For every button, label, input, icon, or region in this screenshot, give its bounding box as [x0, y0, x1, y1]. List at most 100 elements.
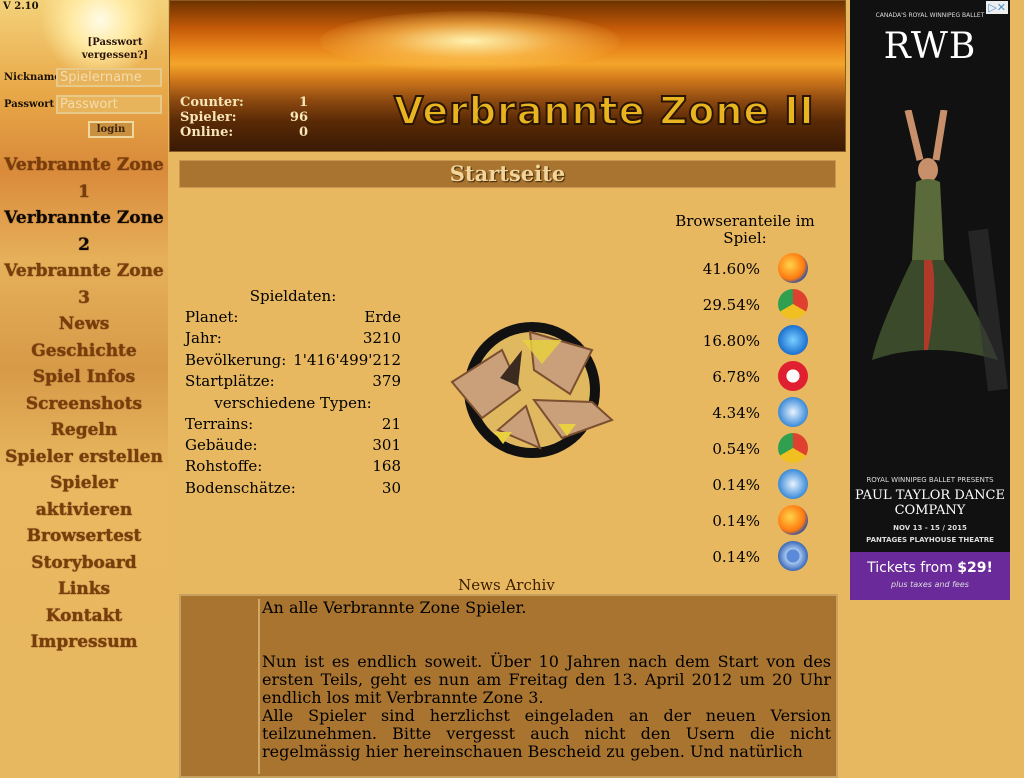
game-data-label: Bevölkerung:	[185, 350, 287, 369]
nav-item[interactable]: Screenshots	[0, 391, 168, 418]
firefox-icon	[778, 505, 808, 535]
nav-item[interactable]: Kontakt	[0, 603, 168, 630]
news-paragraph: Alle Spieler sind herzlichst eingeladen …	[262, 706, 831, 761]
site-title: Verbrannte Zone II	[393, 88, 815, 134]
nav-item[interactable]: Spiel Infos	[0, 364, 168, 391]
sidebar: V 2.10 [Passwort vergessen?] Nickname Pa…	[0, 0, 168, 768]
game-data-value: 3210	[362, 329, 401, 348]
stat-label: Counter:	[180, 95, 244, 110]
browser-share-percent: 0.14%	[712, 476, 760, 494]
news-paragraph: Nun ist es endlich soweit. Über 10 Jahre…	[262, 652, 831, 707]
password-label: Passwort	[4, 99, 55, 110]
ad-banner[interactable]: ▷✕ CANADA'S ROYAL WINNIPEG BALLET RWB RO…	[850, 0, 1010, 600]
browser-share-row: 16.80%	[668, 325, 818, 357]
browser-share-heading: Browseranteile im Spiel:	[675, 212, 815, 247]
nav-item[interactable]: Impressum	[0, 629, 168, 656]
game-logo-icon	[450, 322, 614, 458]
browser-share-row: 0.14%	[668, 469, 818, 501]
news-paragraph: An alle Verbrannte Zone Spieler.	[262, 598, 527, 617]
browser-share-percent: 41.60%	[702, 260, 760, 278]
login-button[interactable]: login	[88, 121, 134, 138]
news-date-column	[184, 599, 260, 774]
nav-item[interactable]: Spieler erstellen	[0, 444, 168, 471]
types-value: 21	[381, 414, 401, 433]
browser-share-row: 4.34%	[668, 397, 818, 429]
stat-value: 0	[298, 125, 308, 140]
forgot-password-link[interactable]: [Passwort vergessen?]	[70, 36, 160, 62]
ad-cta-prefix: Tickets from	[867, 560, 958, 576]
browser-share-percent: 29.54%	[702, 296, 760, 314]
firefox-icon	[778, 253, 808, 283]
nav-item[interactable]: Verbrannte Zone 2	[0, 205, 168, 258]
browser-share-percent: 0.14%	[712, 512, 760, 530]
main-nav: Verbrannte Zone 1 Verbrannte Zone 2 Verbra…	[0, 152, 168, 656]
news-archive-heading: News Archiv	[458, 576, 555, 594]
ad-cta-price: $29!	[957, 560, 993, 576]
browser-share-percent: 6.78%	[712, 368, 760, 386]
game-data-value: 379	[372, 372, 401, 391]
dancer-image	[872, 110, 1008, 452]
stat-label: Spieler:	[180, 110, 237, 125]
chrome-icon	[778, 289, 808, 319]
game-data-label: Startplätze:	[185, 372, 275, 391]
browser-share: Browseranteile im Spiel: 41.60% 29.54% 16.…	[668, 213, 822, 573]
nav-item[interactable]: Regeln	[0, 417, 168, 444]
chromium-icon	[778, 541, 808, 571]
stat-label: Online:	[180, 125, 234, 140]
types-value: 301	[372, 436, 401, 455]
game-data-label: Planet:	[185, 308, 239, 326]
ad-venue: PANTAGES PLAYHOUSE THEATRE	[866, 536, 994, 544]
version-label: V 2.10	[3, 1, 39, 12]
types-label: Terrains:	[185, 414, 254, 433]
ad-cta-note: plus taxes and fees	[891, 580, 969, 589]
news-text: An alle Verbrannte Zone Spieler. Nun ist…	[262, 599, 831, 761]
safari-icon	[778, 469, 808, 499]
password-input[interactable]	[56, 95, 162, 114]
stat-value: 1	[298, 95, 308, 110]
types-label: Rohstoffe:	[185, 457, 263, 476]
ad-company: PAUL TAYLOR DANCE COMPANY	[855, 488, 1005, 518]
news-box: An alle Verbrannte Zone Spieler. Nun ist…	[179, 594, 838, 778]
page-title: Startseite	[179, 160, 836, 188]
ad-cta[interactable]: Tickets from $29! plus taxes and fees	[850, 552, 1010, 600]
ad-brand: RWB	[883, 26, 977, 67]
opera-icon	[778, 361, 808, 391]
nav-item[interactable]: Verbrannte Zone 1	[0, 152, 168, 205]
browser-share-row: 29.54%	[668, 289, 818, 321]
chrome-icon	[778, 433, 808, 463]
news-spacer	[262, 617, 831, 653]
safari-icon	[778, 397, 808, 427]
game-data-value: Erde	[364, 308, 401, 326]
internet-explorer-icon	[778, 325, 808, 355]
browser-share-row: 0.54%	[668, 433, 818, 465]
nav-item[interactable]: Links	[0, 576, 168, 603]
sunset-decoration	[320, 11, 620, 71]
types-label: Gebäude:	[185, 436, 258, 455]
ad-presents: ROYAL WINNIPEG BALLET PRESENTS	[866, 476, 994, 484]
types-value: 168	[372, 457, 401, 476]
browser-share-percent: 0.54%	[712, 440, 760, 458]
nav-item[interactable]: Geschichte	[0, 338, 168, 365]
nav-item[interactable]: Spieler aktivieren	[0, 470, 168, 523]
ad-dates: NOV 13 - 15 / 2015	[893, 524, 967, 532]
game-data-value: 1'416'499'212	[293, 350, 401, 369]
nav-item[interactable]: Verbrannte Zone 3	[0, 258, 168, 311]
header-banner: Counter: 1 Spieler: 96 Online: 0 Verbrannte…	[169, 0, 846, 152]
game-data-heading: Spieldaten:	[249, 287, 337, 305]
browser-share-row: 41.60%	[668, 253, 818, 285]
browser-share-row: 6.78%	[668, 361, 818, 393]
nickname-label: Nickname	[4, 72, 61, 83]
stat-value: 96	[289, 110, 308, 125]
nickname-input[interactable]	[56, 68, 162, 87]
nav-item[interactable]: News	[0, 311, 168, 338]
nav-item[interactable]: Storyboard	[0, 550, 168, 577]
types-heading: verschiedene Typen:	[214, 393, 372, 412]
game-data-label: Jahr:	[185, 329, 222, 348]
game-data-table: Spieldaten: Planet: Erde Jahr: 3210 Bevölk…	[185, 286, 401, 499]
nav-item[interactable]: Browsertest	[0, 523, 168, 550]
ad-cta-text: Tickets from $29!	[850, 560, 1010, 576]
types-label: Bodenschätze:	[185, 478, 296, 497]
browser-share-row: 0.14%	[668, 505, 818, 537]
types-value: 30	[381, 478, 401, 497]
ad-org: CANADA'S ROYAL WINNIPEG BALLET	[875, 12, 985, 19]
